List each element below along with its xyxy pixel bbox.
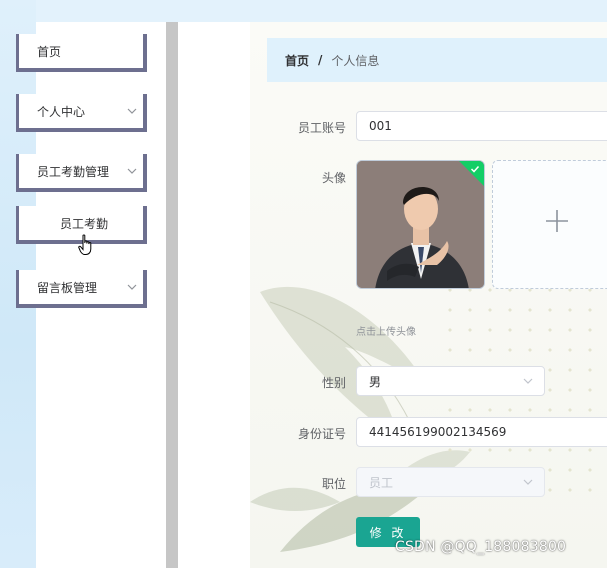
sidebar-item-home[interactable]: 首页 xyxy=(16,34,147,72)
breadcrumb: 首页 / 个人信息 xyxy=(267,38,607,82)
account-value: 001 xyxy=(369,119,392,133)
sidebar-item-label: 员工考勤 xyxy=(59,216,108,231)
chevron-down-icon xyxy=(121,106,143,116)
breadcrumb-separator: / xyxy=(318,53,323,67)
id-card-field[interactable]: 441456199002134569 xyxy=(356,417,607,447)
position-select: 员工 xyxy=(356,467,545,497)
chevron-down-icon xyxy=(523,479,533,485)
id-card-label: 身份证号 xyxy=(297,427,346,441)
sidebar-item-personal-center[interactable]: 个人中心 xyxy=(16,94,147,132)
avatar-upload-button[interactable] xyxy=(492,160,607,289)
sidebar-item-label: 首页 xyxy=(37,44,62,59)
sidebar-item-label: 员工考勤管理 xyxy=(37,164,110,179)
avatar-image[interactable] xyxy=(356,160,485,289)
check-icon xyxy=(470,165,480,173)
gender-value: 男 xyxy=(369,374,382,389)
chevron-down-icon xyxy=(523,378,533,384)
avatar-label: 头像 xyxy=(321,171,346,185)
sidebar-item-label: 留言板管理 xyxy=(37,280,98,295)
breadcrumb-current: 个人信息 xyxy=(331,53,380,68)
position-label: 职位 xyxy=(321,477,346,491)
top-strip xyxy=(0,0,607,22)
watermark: CSDN @QQ_188083800 xyxy=(395,539,567,555)
id-card-value: 441456199002134569 xyxy=(369,425,507,439)
sidebar-item-attendance-management[interactable]: 员工考勤管理 xyxy=(16,154,147,192)
gender-select[interactable]: 男 xyxy=(356,366,545,396)
person-portrait-icon xyxy=(357,161,484,288)
gender-label: 性别 xyxy=(321,376,346,390)
app-root: 首页 个人中心 员工考勤管理 员工考勤 留言板管理 首页 / 个人信息 员工账号… xyxy=(0,0,607,568)
chevron-down-icon xyxy=(121,282,143,292)
account-field[interactable]: 001 xyxy=(356,111,607,141)
hand-pointer-icon xyxy=(78,234,94,256)
sidebar: 首页 个人中心 员工考勤管理 员工考勤 留言板管理 xyxy=(0,22,166,568)
position-value: 员工 xyxy=(369,475,394,490)
sidebar-item-label: 个人中心 xyxy=(37,104,86,119)
plus-icon xyxy=(546,210,568,232)
breadcrumb-home[interactable]: 首页 xyxy=(285,52,309,69)
sidebar-item-message-board[interactable]: 留言板管理 xyxy=(16,270,147,308)
upload-tip: 点击上传头像 xyxy=(356,327,416,338)
account-label: 员工账号 xyxy=(297,121,346,135)
chevron-down-icon xyxy=(121,166,143,176)
sidebar-scrollbar[interactable] xyxy=(166,22,178,568)
